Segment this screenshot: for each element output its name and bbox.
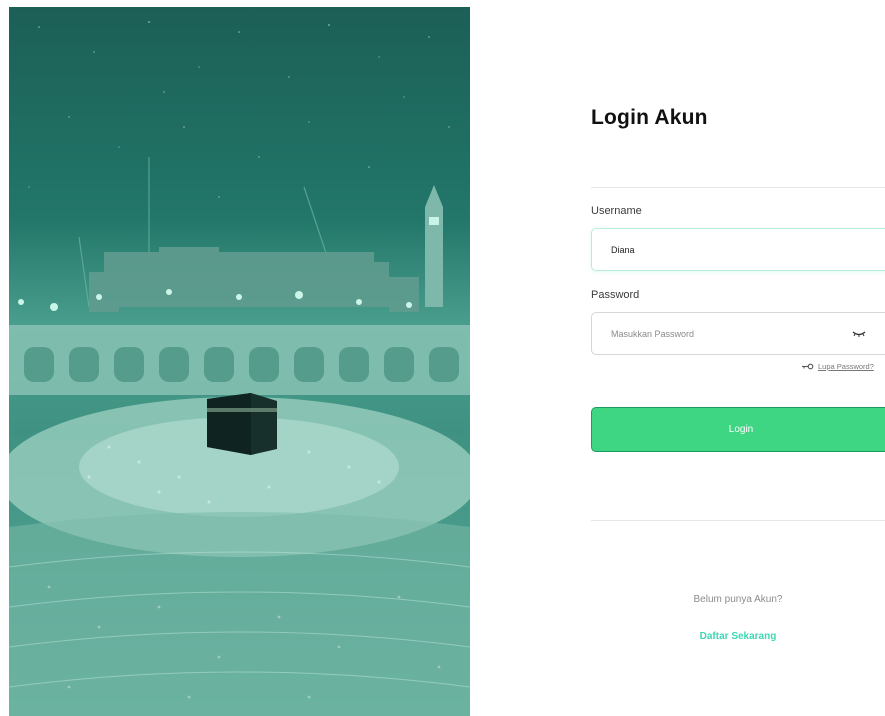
forgot-password-label: Lupa Password?: [818, 362, 874, 371]
kaaba: [207, 393, 277, 455]
password-placeholder: Masukkan Password: [611, 328, 695, 339]
register-prompt: Belum punya Akun?: [693, 594, 783, 605]
register-link[interactable]: Daftar Sekarang: [591, 631, 885, 642]
kaaba-illustration: [9, 21, 470, 716]
forgot-password-link[interactable]: Lupa Password?: [802, 362, 874, 371]
key-icon: [802, 363, 814, 370]
eye-closed-icon[interactable]: [852, 328, 866, 338]
page-title: Login Akun: [591, 106, 708, 129]
divider: [591, 520, 885, 521]
stars: [28, 21, 450, 198]
hero-image: [9, 7, 470, 716]
password-label: Password: [591, 289, 640, 301]
login-button[interactable]: Login: [591, 407, 885, 452]
divider: [591, 187, 885, 188]
username-label: Username: [591, 205, 642, 217]
password-input[interactable]: Masukkan Password: [591, 312, 885, 355]
username-input[interactable]: Diana: [591, 228, 885, 271]
username-value: Diana: [611, 244, 635, 255]
